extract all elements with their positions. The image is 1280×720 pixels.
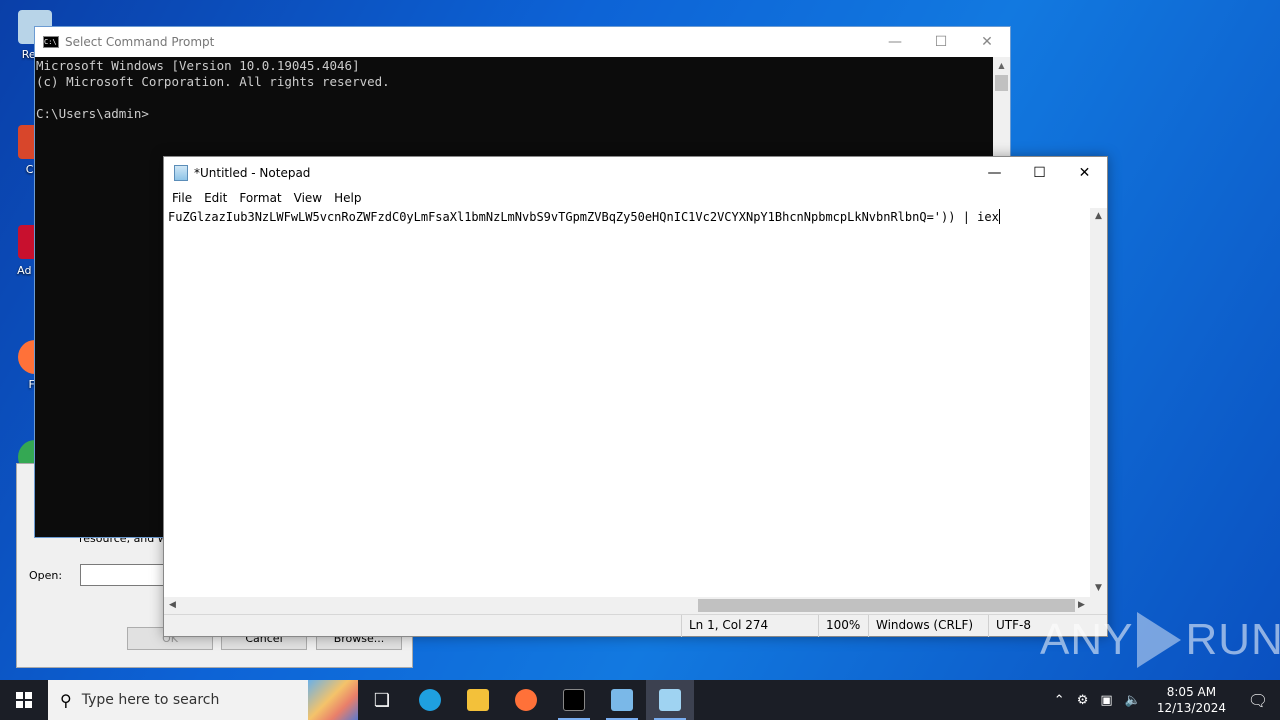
open-label: Open: [29, 569, 63, 582]
minimize-icon[interactable]: — [972, 157, 1017, 188]
notepad-window[interactable]: *Untitled - Notepad — ☐ ✕ File Edit Form… [163, 156, 1108, 637]
taskbar-command-prompt[interactable] [550, 680, 598, 720]
scroll-up-icon[interactable]: ▲ [1090, 208, 1107, 225]
status-encoding: UTF-8 [988, 615, 1031, 637]
status-position: Ln 1, Col 274 [681, 615, 768, 637]
taskbar-edge[interactable] [406, 680, 454, 720]
notepad-icon [174, 164, 188, 181]
text-caret [998, 209, 1000, 224]
clock-date: 12/13/2024 [1156, 701, 1226, 715]
taskbar-firefox[interactable] [502, 680, 550, 720]
taskbar-notepad[interactable] [646, 680, 694, 720]
notepad-title: *Untitled - Notepad [194, 165, 311, 180]
console-line: C:\Users\admin> [36, 106, 149, 121]
taskbar: ⚲ Type here to search ❏ ⌃ ⚙ ▣ 🔈 8:05 AM … [0, 680, 1280, 720]
clock-time: 8:05 AM [1166, 685, 1217, 699]
taskbar-search[interactable]: ⚲ Type here to search [48, 680, 308, 720]
console-line: Microsoft Windows [Version 10.0.19045.40… [36, 58, 360, 73]
notepad-hscrollbar[interactable]: ◀ ▶ [164, 597, 1090, 614]
clock[interactable]: 8:05 AM 12/13/2024 [1147, 684, 1236, 716]
notepad-icon [659, 689, 681, 711]
volume-icon[interactable]: 🔈 [1119, 693, 1147, 708]
folder-icon [467, 689, 489, 711]
task-view-button[interactable]: ❏ [358, 680, 406, 720]
search-placeholder: Type here to search [81, 692, 220, 708]
menubar: File Edit Format View Help [164, 188, 1107, 208]
close-icon[interactable]: ✕ [1062, 157, 1107, 188]
start-button[interactable] [0, 680, 48, 720]
hscroll-thumb[interactable] [698, 599, 1075, 612]
console-line: (c) Microsoft Corporation. All rights re… [36, 74, 390, 89]
maximize-icon[interactable]: ☐ [1017, 157, 1062, 188]
chevron-up-icon[interactable]: ⌃ [1048, 693, 1071, 708]
close-icon[interactable]: ✕ [964, 27, 1010, 57]
watermark-right: RUN [1185, 615, 1280, 664]
windows-logo-icon [16, 692, 32, 708]
scroll-left-icon[interactable]: ◀ [164, 597, 181, 614]
anyrun-watermark: ANY RUN [1040, 612, 1280, 668]
scroll-thumb[interactable] [995, 75, 1008, 91]
editor-content: FuZGlzazIub3NzLWFwLW5vcnRoZWFzdC0yLmFsaX… [168, 210, 999, 224]
task-view-icon: ❏ [373, 689, 391, 711]
taskbar-run[interactable] [598, 680, 646, 720]
menu-view[interactable]: View [288, 191, 328, 205]
cmd-icon: C:\ [43, 36, 59, 48]
maximize-icon[interactable]: ☐ [918, 27, 964, 57]
search-highlight-image[interactable] [308, 680, 358, 720]
menu-edit[interactable]: Edit [198, 191, 233, 205]
play-icon [1137, 612, 1182, 668]
status-zoom: 100% [818, 615, 860, 637]
cmd-title: Select Command Prompt [65, 35, 215, 49]
notepad-vscrollbar[interactable]: ▲ ▼ [1090, 208, 1107, 597]
cmd-titlebar[interactable]: C:\ Select Command Prompt — ☐ ✕ [35, 27, 1010, 57]
scroll-down-icon[interactable]: ▼ [1090, 580, 1107, 597]
minimize-icon[interactable]: — [872, 27, 918, 57]
statusbar: Ln 1, Col 274 100% Windows (CRLF) UTF-8 [164, 614, 1107, 637]
menu-file[interactable]: File [166, 191, 198, 205]
run-icon [611, 689, 633, 711]
search-icon: ⚲ [60, 690, 72, 710]
edge-icon [419, 689, 441, 711]
cmd-icon [563, 689, 585, 711]
security-icon[interactable]: ⚙ [1071, 693, 1095, 708]
scroll-up-icon[interactable]: ▲ [993, 57, 1010, 74]
system-tray: ⌃ ⚙ ▣ 🔈 8:05 AM 12/13/2024 🗨 [1048, 680, 1280, 720]
status-line-ending: Windows (CRLF) [868, 615, 973, 637]
taskbar-file-explorer[interactable] [454, 680, 502, 720]
network-icon[interactable]: ▣ [1094, 693, 1118, 708]
text-editor[interactable]: FuZGlzazIub3NzLWFwLW5vcnRoZWFzdC0yLmFsaX… [164, 208, 1090, 597]
notepad-titlebar[interactable]: *Untitled - Notepad — ☐ ✕ [164, 157, 1107, 188]
firefox-icon [515, 689, 537, 711]
menu-format[interactable]: Format [233, 191, 287, 205]
menu-help[interactable]: Help [328, 191, 367, 205]
notification-icon[interactable]: 🗨 [1236, 691, 1280, 710]
watermark-left: ANY [1040, 615, 1134, 664]
